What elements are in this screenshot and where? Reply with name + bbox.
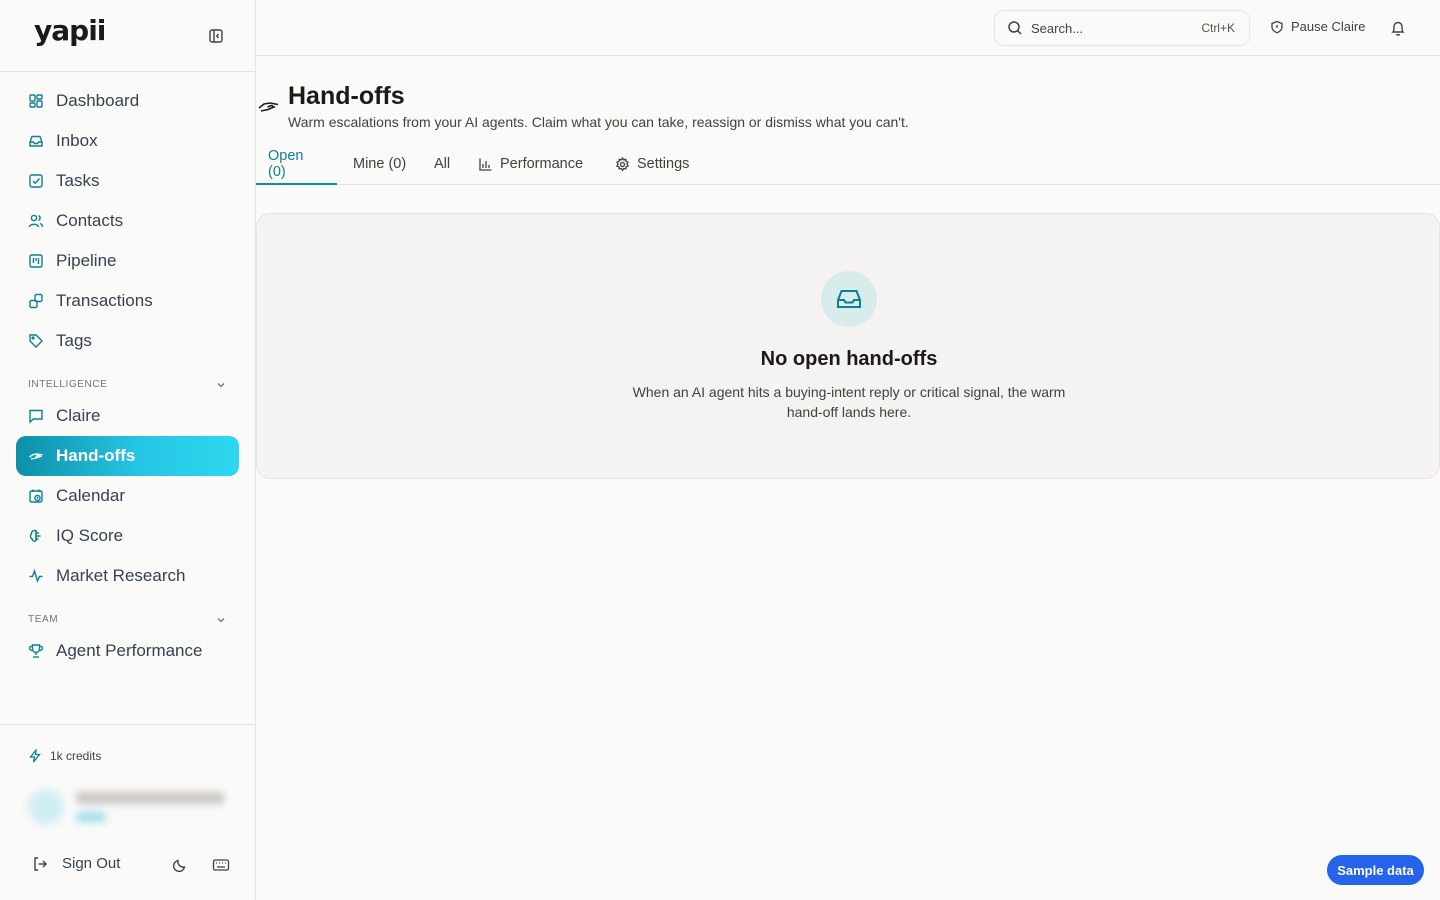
sidebar-item-label: Tasks [56,171,100,190]
users-icon [28,213,44,229]
credits-indicator[interactable]: 1k credits [28,749,101,763]
lightning-icon [29,749,41,763]
sidebar-item-label: Dashboard [56,91,140,110]
sidebar-item-label: Inbox [56,131,98,150]
brain-icon [28,528,44,544]
tab-open[interactable]: Open (0) [256,144,337,185]
tab-mine[interactable]: Mine (0) [353,144,406,184]
inbox-icon [28,133,44,149]
shield-icon [1271,20,1283,34]
inbox-icon [837,290,861,308]
tab-all[interactable]: All [434,144,450,184]
chevron-down-icon[interactable] [215,614,227,626]
sidebar-item-label: Calendar [56,486,125,505]
sidebar-item-tasks[interactable]: Tasks [16,161,239,201]
tab-label: Mine (0) [353,156,407,172]
calendar-clock-icon [28,488,44,504]
bar-chart-icon [479,158,492,171]
sidebar-item-label: Agent Performance [56,641,203,660]
sidebar-item-contacts[interactable]: Contacts [16,201,239,241]
moon-icon [172,859,186,873]
panel-collapse-icon [209,29,223,43]
search-placeholder: Search... [1031,20,1084,36]
chevron-down-icon[interactable] [215,379,227,391]
sidebar-item-agent-performance[interactable]: Agent Performance [16,631,239,671]
section-label-intelligence: INTELLIGENCE [28,379,108,390]
sidebar-item-tags[interactable]: Tags [16,321,239,361]
app-logo[interactable]: yapii [34,14,106,47]
tab-performance[interactable]: Performance [478,144,583,184]
sidebar-item-label: Pipeline [56,251,117,270]
empty-state-card: No open hand-offs When an AI agent hits … [256,213,1440,479]
tab-label: Open (0) [268,147,304,180]
sidebar-item-market-research[interactable]: Market Research [16,556,239,596]
sidebar-item-label: Claire [56,406,101,425]
keyboard-icon [212,859,230,871]
sign-out-button[interactable]: Sign Out [32,855,120,872]
tag-icon [28,333,44,349]
avatar [28,789,64,825]
top-bar: Search... Ctrl+K Pause Claire [256,0,1440,56]
kanban-icon [28,253,44,269]
search-icon [1008,21,1022,35]
gear-icon [615,156,630,171]
sidebar-item-label: Hand-offs [56,446,136,465]
sidebar: yapii Dashboard Inbox Tasks Contacts Pip… [0,0,256,900]
check-square-icon [28,173,44,189]
tab-label: Performance [500,156,584,172]
handshake-icon [28,448,44,464]
search-shortcut: Ctrl+K [1201,21,1235,35]
sidebar-collapse-button[interactable] [206,26,226,46]
log-out-icon [34,856,47,871]
credits-label: 1k credits [50,749,102,763]
sidebar-item-claire[interactable]: Claire [16,396,239,436]
sidebar-item-pipeline[interactable]: Pipeline [16,241,239,281]
sidebar-footer: 1k credits Sign Out [0,724,255,900]
pause-claire-label: Pause Claire [1291,19,1366,34]
message-icon [28,408,44,424]
transactions-icon [28,293,44,309]
tab-label: Settings [637,156,690,172]
sign-out-label: Sign Out [62,855,121,872]
layout-grid-icon [28,93,44,109]
empty-state-icon-wrap [821,271,877,327]
theme-toggle-button[interactable] [172,857,188,873]
sidebar-item-calendar[interactable]: Calendar [16,476,239,516]
sidebar-item-handoffs[interactable]: Hand-offs [16,436,239,476]
tab-bar: Open (0) Mine (0) All Performance Settin… [256,144,1440,185]
sidebar-item-label: Transactions [56,291,153,310]
sample-data-button[interactable]: Sample data [1327,855,1424,885]
page-title: Hand-offs [288,82,405,110]
pause-claire-button[interactable]: Pause Claire [1270,19,1365,34]
search-input[interactable]: Search... Ctrl+K [994,10,1250,46]
sidebar-item-label: Market Research [56,566,186,585]
empty-state-title: No open hand-offs [760,348,938,370]
sidebar-item-transactions[interactable]: Transactions [16,281,239,321]
user-details-redacted [76,792,224,822]
keyboard-shortcuts-button[interactable] [212,857,230,873]
notifications-button[interactable] [1390,19,1406,37]
sidebar-item-dashboard[interactable]: Dashboard [16,81,239,121]
tab-label: All [434,156,451,172]
handshake-icon [258,102,279,112]
page-subtitle: Warm escalations from your AI agents. Cl… [288,114,909,130]
empty-state-description: When an AI agent hits a buying-intent re… [632,384,1066,420]
activity-icon [28,568,44,584]
bell-icon [1391,21,1405,36]
section-label-team: TEAM [28,614,59,625]
tab-settings[interactable]: Settings [615,144,689,184]
user-profile[interactable] [28,789,224,825]
trophy-icon [28,643,44,659]
sidebar-item-inbox[interactable]: Inbox [16,121,239,161]
brand-bar: yapii [0,0,255,72]
sidebar-item-iq-score[interactable]: IQ Score [16,516,239,556]
sidebar-item-label: IQ Score [56,526,124,545]
sidebar-item-label: Tags [56,331,92,350]
sidebar-item-label: Contacts [56,211,124,230]
